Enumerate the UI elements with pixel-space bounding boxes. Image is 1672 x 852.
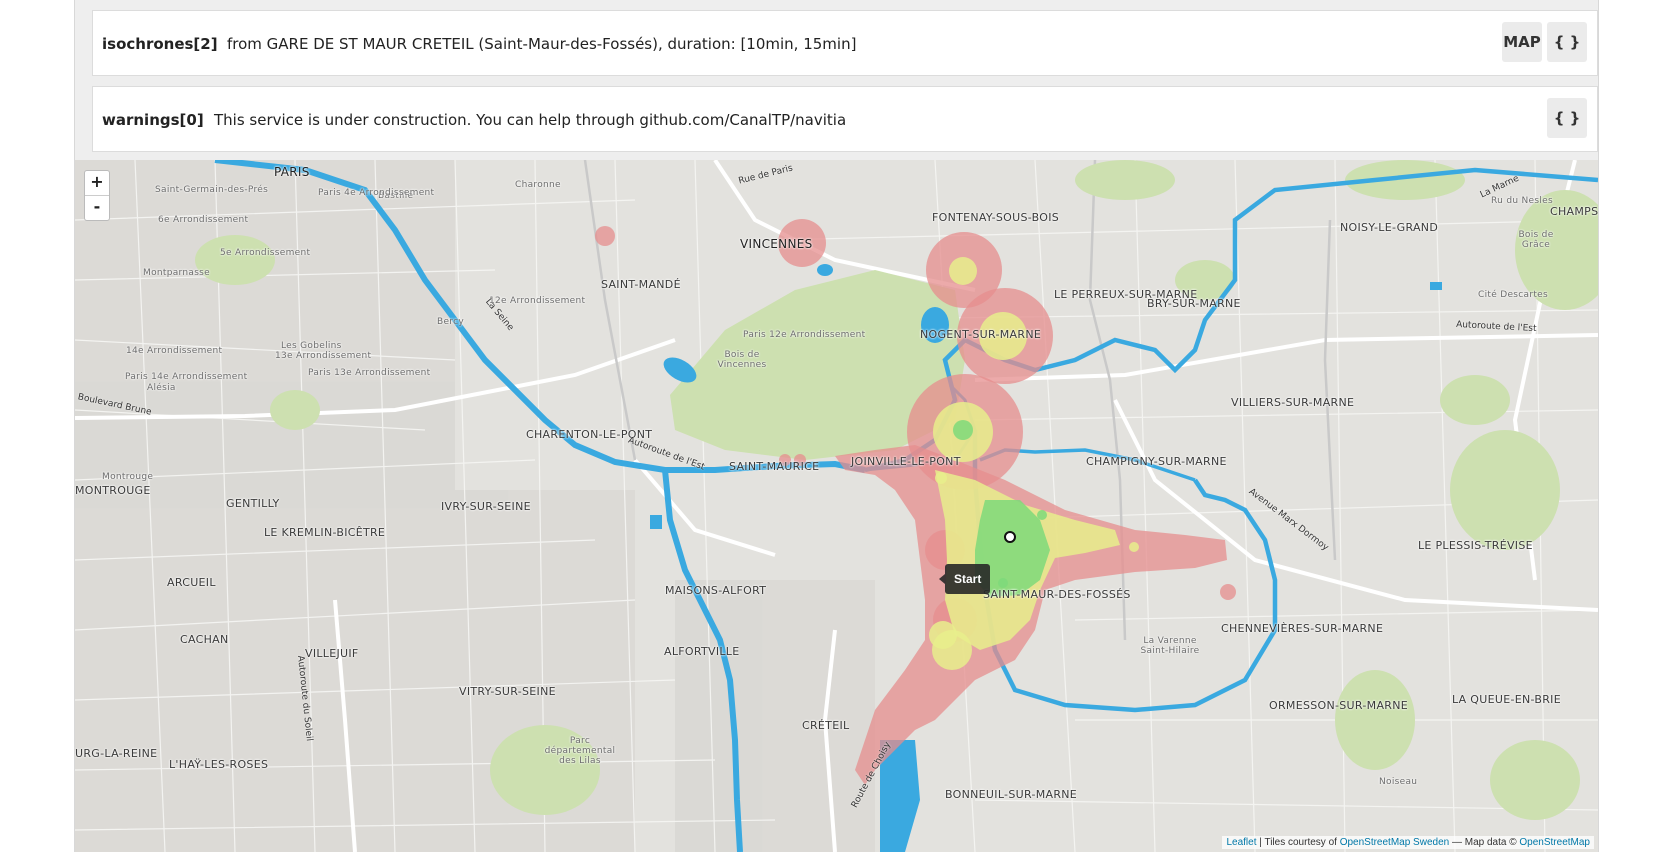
minor-label: Alésia [147, 383, 176, 393]
isochrones-json-button[interactable]: { } [1547, 22, 1587, 62]
minor-label: Bercy [437, 317, 464, 327]
minor-label: Parc départemental des Lilas [544, 736, 616, 766]
place-label: ARCUEIL [167, 576, 216, 589]
place-label: SAINT-MANDÉ [601, 278, 681, 291]
place-label: CACHAN [180, 633, 229, 646]
attribution-text: — Map data © [1449, 837, 1520, 848]
map-canvas[interactable] [75, 160, 1598, 852]
warnings-json-button[interactable]: { } [1547, 98, 1587, 138]
place-label: CHENNEVIÈRES-SUR-MARNE [1221, 622, 1384, 635]
place-label: JOINVILLE-LE-PONT [851, 455, 961, 468]
place-label: LA QUEUE-EN-BRIE [1452, 693, 1561, 706]
minor-label: 14e Arrondissement [126, 346, 223, 356]
place-label: BRY-SUR-MARNE [1147, 297, 1241, 310]
minor-label: Paris 14e Arrondissement [125, 372, 248, 382]
place-label: ALFORTVILLE [664, 645, 740, 658]
attribution-text: | Tiles courtesy of [1256, 837, 1340, 848]
place-label: LE PLESSIS-TRÉVISE [1418, 539, 1533, 552]
minor-label: 12e Arrondissement [489, 296, 586, 306]
isochrones-key: isochrones[2] [102, 35, 218, 53]
isochrones-description: from GARE DE ST MAUR CRETEIL (Saint-Maur… [227, 35, 857, 53]
isochrone-map[interactable]: PARIS VINCENNES FONTENAY-SOUS-BOIS NOISY… [75, 160, 1598, 852]
place-label: NOGENT-SUR-MARNE [920, 328, 1042, 341]
place-label: FONTENAY-SOUS-BOIS [932, 211, 1060, 224]
place-label: VILLEJUIF [305, 647, 359, 660]
minor-label: 6e Arrondissement [158, 215, 249, 225]
zoom-in-button[interactable]: + [85, 171, 109, 196]
zoom-control: + - [84, 170, 110, 221]
osm-sweden-link[interactable]: OpenStreetMap Sweden [1340, 837, 1450, 848]
response-panel: isochrones[2] from GARE DE ST MAUR CRETE… [74, 0, 1599, 852]
warnings-row: warnings[0] This service is under constr… [92, 86, 1598, 152]
minor-label: 5e Arrondissement [220, 248, 311, 258]
minor-label: Charonne [515, 180, 561, 190]
warnings-key: warnings[0] [102, 111, 204, 129]
place-label: SAINT-MAURICE [729, 460, 820, 473]
place-label: NOISY-LE-GRAND [1340, 221, 1439, 234]
minor-label: Ru du Nesles [1491, 196, 1553, 206]
place-label: CHAMPIGNY-SUR-MARNE [1086, 455, 1227, 468]
place-label: BONNEUIL-SUR-MARNE [945, 788, 1078, 801]
zoom-out-button[interactable]: - [85, 196, 109, 220]
place-label: MAISONS-ALFORT [665, 584, 767, 597]
minor-label: 13e Arrondissement [275, 351, 372, 361]
place-label: IVRY-SUR-SEINE [441, 500, 531, 513]
place-label: VITRY-SUR-SEINE [459, 685, 556, 698]
place-label: L'HAŸ-LES-ROSES [169, 758, 269, 771]
minor-label: Noiseau [1379, 777, 1418, 787]
place-label: PARIS [274, 165, 310, 179]
minor-label: Paris 12e Arrondissement [743, 330, 866, 340]
minor-label: Paris 4e Arrondissement [318, 188, 435, 198]
place-label: SAINT-MAUR-DES-FOSSÉS [983, 588, 1131, 601]
place-label: VILLIERS-SUR-MARNE [1231, 396, 1355, 409]
place-label: CRÉTEIL [802, 719, 850, 732]
place-label: GENTILLY [226, 497, 280, 510]
isochrones-row: isochrones[2] from GARE DE ST MAUR CRETE… [92, 10, 1598, 76]
minor-label: Paris 13e Arrondissement [308, 368, 431, 378]
minor-label: Montrouge [102, 472, 154, 482]
minor-label: Les Gobelins [281, 341, 342, 351]
minor-label: Bois de Grâce [1518, 230, 1554, 250]
place-label: MONTROUGE [75, 484, 151, 497]
minor-label: Saint-Germain-des-Prés [155, 185, 269, 195]
map-attribution: Leaflet | Tiles courtesy of OpenStreetMa… [1222, 836, 1594, 849]
place-label: VINCENNES [740, 237, 813, 251]
minor-label: La Varenne Saint-Hilaire [1140, 636, 1200, 656]
place-label: ORMESSON-SUR-MARNE [1269, 699, 1409, 712]
map-button[interactable]: MAP [1502, 22, 1542, 62]
minor-label: Bois de Vincennes [717, 350, 767, 370]
osm-link[interactable]: OpenStreetMap [1519, 837, 1590, 848]
minor-label: Cité Descartes [1478, 290, 1548, 300]
place-label: CHAMPS [1550, 205, 1598, 218]
leaflet-link[interactable]: Leaflet [1226, 837, 1256, 848]
place-label: URG-LA-REINE [75, 747, 158, 760]
start-tooltip: Start [938, 564, 991, 594]
warnings-description: This service is under construction. You … [214, 111, 847, 129]
minor-label: Montparnasse [143, 268, 211, 278]
place-label: LE KREMLIN-BICÊTRE [264, 526, 386, 539]
